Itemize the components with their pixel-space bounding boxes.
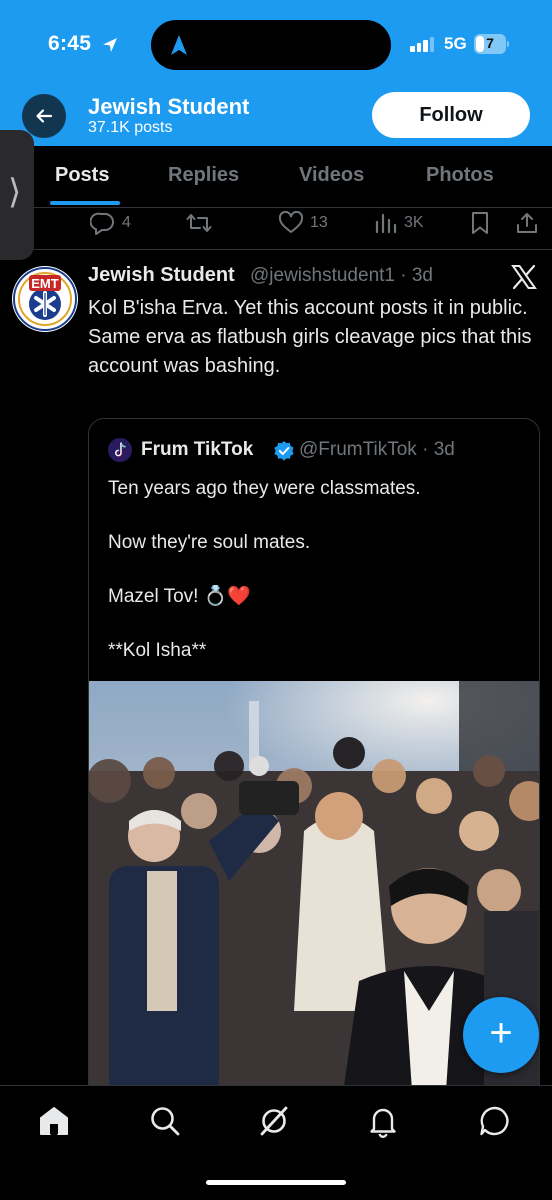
bookmark-button[interactable]: [469, 210, 491, 236]
reply-count: 4: [122, 214, 131, 231]
back-arrow-icon: [36, 109, 53, 123]
retweet-button[interactable]: [186, 210, 212, 236]
views-icon: [375, 213, 397, 234]
plus-icon: +: [489, 1011, 513, 1055]
compose-button[interactable]: +: [463, 997, 539, 1073]
heart-icon: [278, 211, 304, 233]
bookmark-icon: [472, 212, 488, 234]
views-button[interactable]: 3K: [374, 210, 424, 236]
quote-text: Ten years ago they were classmates. Now …: [108, 478, 421, 661]
reply-icon: [90, 212, 114, 235]
x-logo-icon[interactable]: [510, 264, 538, 290]
quote-avatar[interactable]: [108, 438, 132, 462]
back-button[interactable]: [22, 94, 66, 138]
messages-icon[interactable]: [478, 1104, 512, 1138]
emt-badge-avatar: EMT: [13, 267, 77, 331]
navigation-arrow-icon: [171, 35, 187, 55]
tab-videos[interactable]: Videos: [299, 164, 364, 187]
battery-level: 7: [486, 35, 494, 51]
tab-photos[interactable]: Photos: [426, 164, 494, 187]
location-arrow-icon: [103, 38, 117, 52]
tiktok-logo-icon: [108, 438, 132, 462]
share-button[interactable]: [515, 210, 539, 236]
follow-button[interactable]: Follow: [372, 92, 530, 138]
tab-posts[interactable]: Posts: [55, 164, 109, 187]
view-count: 3K: [404, 214, 424, 231]
network-type: 5G: [444, 34, 467, 53]
notifications-icon[interactable]: [366, 1104, 400, 1138]
battery-icon: 7: [474, 34, 509, 54]
chevron-right-icon: ⟩: [8, 172, 22, 212]
home-indicator: [206, 1180, 346, 1185]
home-icon[interactable]: [37, 1104, 71, 1138]
profile-tabs: Posts Replies Videos Photos: [0, 146, 552, 208]
tweet-avatar[interactable]: EMT: [12, 266, 78, 332]
search-icon[interactable]: [148, 1104, 182, 1138]
quote-author[interactable]: Frum TikTok: [141, 439, 253, 461]
cell-signal-icon: [410, 36, 436, 52]
previous-tweet-actions: 4 13 3K: [0, 204, 552, 250]
profile-name: Jewish Student: [88, 94, 250, 119]
tweet-author[interactable]: Jewish Student: [88, 264, 235, 287]
status-bar: 6:45 5G 7: [0, 0, 552, 90]
tweet-text: Kol B'isha Erva. Yet this account posts …: [88, 297, 532, 377]
verified-badge-icon: [274, 441, 294, 461]
reply-button[interactable]: 4: [90, 210, 131, 236]
grok-icon[interactable]: [257, 1104, 291, 1138]
post-count: 37.1K posts: [88, 119, 173, 136]
side-drawer-handle[interactable]: ⟩: [0, 130, 34, 260]
share-icon: [517, 213, 537, 233]
quote-handle[interactable]: @FrumTikTok · 3d: [299, 439, 455, 461]
like-button[interactable]: 13: [278, 210, 328, 236]
tweet-handle[interactable]: @jewishstudent1 · 3d: [250, 265, 433, 287]
retweet-icon: [186, 214, 212, 232]
like-count: 13: [310, 214, 328, 231]
tab-replies[interactable]: Replies: [168, 164, 239, 187]
avatar-text: EMT: [31, 276, 59, 291]
status-time: 6:45: [48, 32, 92, 55]
dynamic-island: [151, 20, 391, 70]
